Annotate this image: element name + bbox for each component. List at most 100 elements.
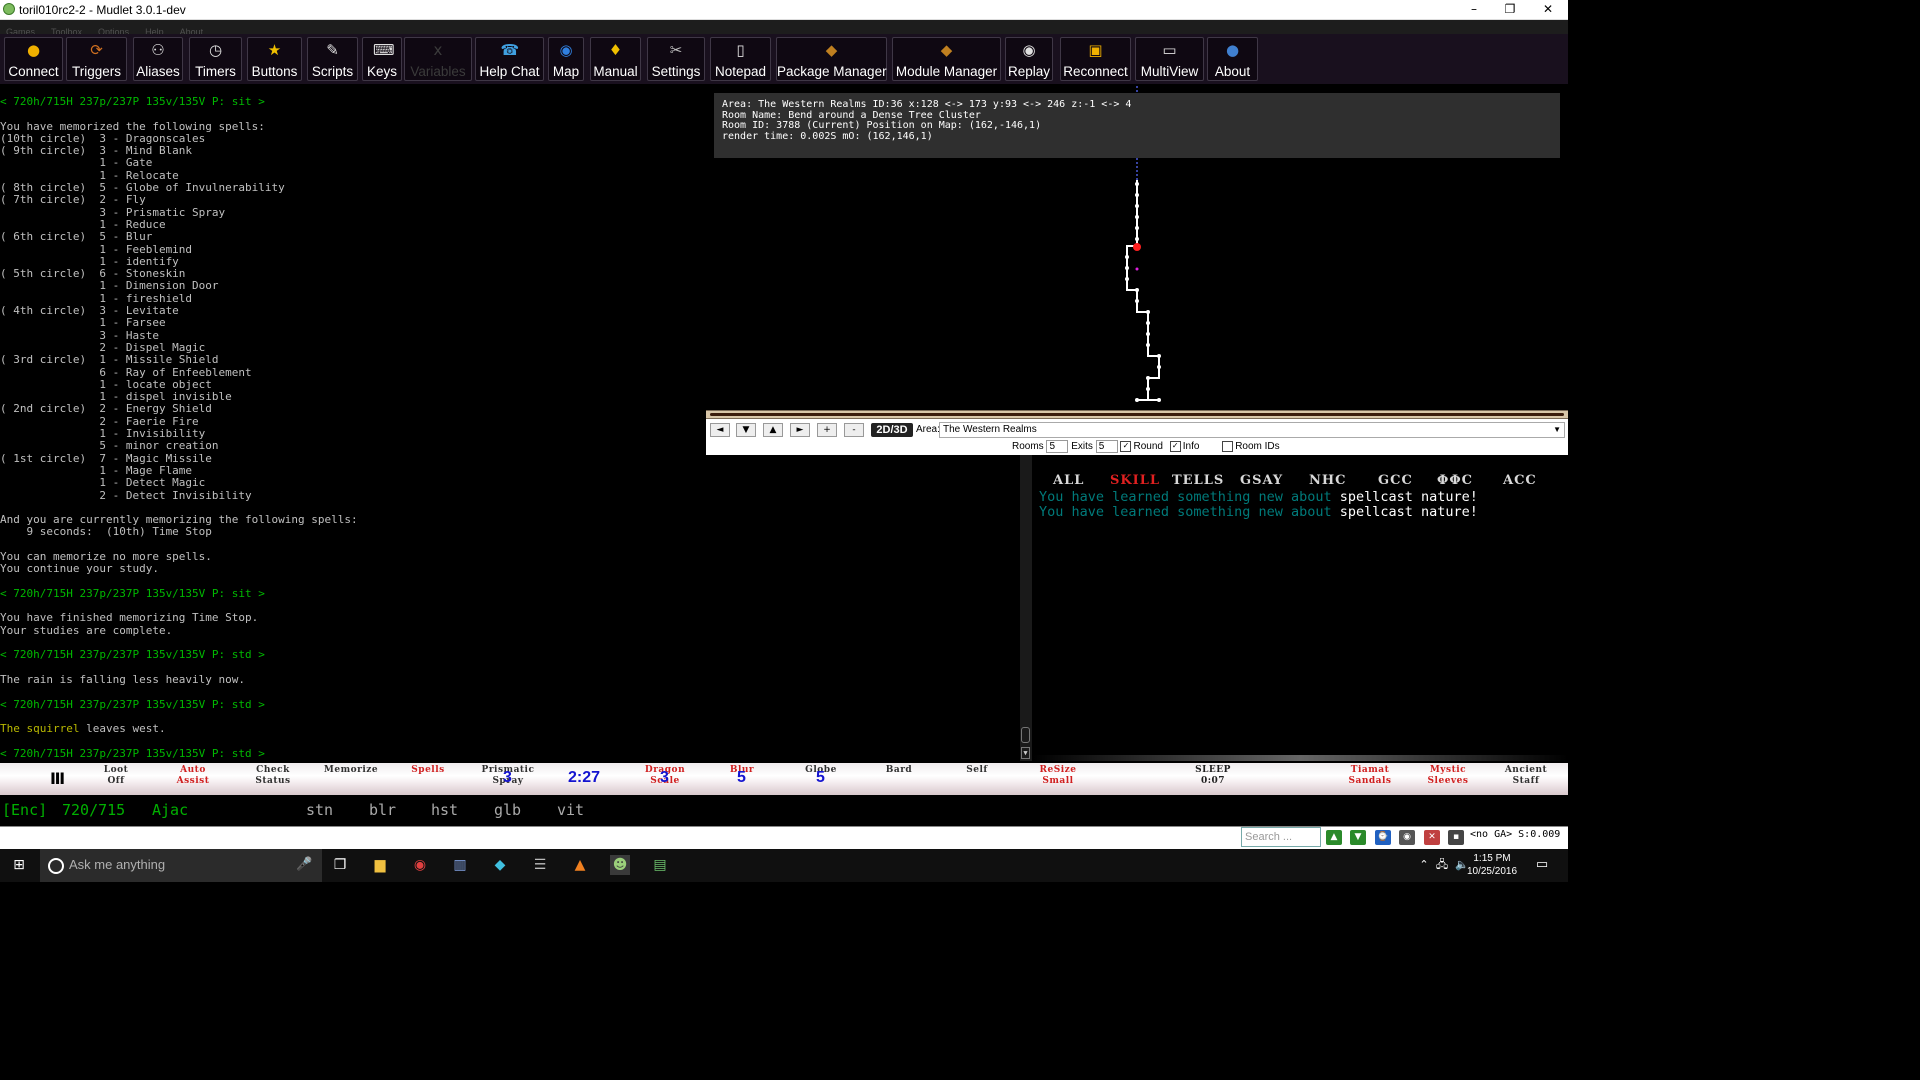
bar-counter: 2:27: [568, 769, 601, 786]
chat-scrollbar[interactable]: ▼: [1020, 455, 1032, 761]
map-shift-down-button[interactable]: ▼: [736, 423, 756, 437]
notepad-button[interactable]: ▯ Notepad: [710, 37, 771, 81]
scroll-down-icon[interactable]: ▼: [1021, 747, 1030, 759]
library-icon[interactable]: ▥: [450, 855, 470, 875]
scroll-thumb[interactable]: [1021, 727, 1030, 743]
connect-button[interactable]: ● Connect: [4, 37, 63, 81]
chat-tab-0[interactable]: ALL: [1053, 473, 1084, 488]
map-shift-up-button[interactable]: ▲: [763, 423, 783, 437]
keys-button[interactable]: ⌨ Keys: [362, 37, 402, 81]
chrome-icon[interactable]: ◉: [410, 855, 430, 875]
notepad-taskbar-icon[interactable]: ▤: [650, 855, 670, 875]
replay-button[interactable]: ◉ Replay: [1005, 37, 1053, 81]
round-checkbox[interactable]: ✓: [1120, 441, 1132, 452]
chat-tab-6[interactable]: ΦΦC: [1437, 473, 1473, 488]
task-view-icon[interactable]: ❐: [330, 855, 350, 875]
scroll-up-icon[interactable]: ▲: [1326, 830, 1342, 845]
reconnect-button[interactable]: ▣ Reconnect: [1060, 37, 1131, 81]
hp-status: 720/715: [62, 801, 126, 819]
bar-button-top: Spells: [411, 765, 445, 775]
area-select[interactable]: The Western Realms ▼: [939, 422, 1565, 438]
notifications-icon[interactable]: ▭: [1532, 855, 1552, 875]
aliases-button[interactable]: ⚇ Aliases: [133, 37, 183, 81]
multiview-icon: ▭: [1162, 41, 1177, 59]
map-zoom-out-button[interactable]: -: [844, 423, 864, 437]
vlc-icon[interactable]: ▲: [570, 855, 590, 875]
toggle-2d3d-button[interactable]: 2D/3D: [871, 423, 913, 437]
toolbar-label: Settings: [651, 64, 701, 79]
exits-spinbox[interactable]: 5: [1095, 440, 1118, 453]
bar-button-1[interactable]: Auto Assist: [153, 765, 233, 787]
chat-tab-5[interactable]: GCC: [1378, 473, 1413, 488]
chat-tab-2[interactable]: TELLS: [1172, 473, 1224, 488]
record-icon[interactable]: ◉: [1399, 830, 1415, 845]
chat-tab-7[interactable]: ACC: [1503, 473, 1537, 488]
map-splitter[interactable]: [706, 410, 1568, 419]
about-button[interactable]: ● About: [1207, 37, 1258, 81]
windows-start-icon[interactable]: ⊞: [9, 855, 29, 875]
kodi-icon[interactable]: ◆: [490, 855, 510, 875]
microphone-icon[interactable]: 🎤: [296, 857, 312, 872]
chat-tab-3[interactable]: GSAY: [1240, 473, 1283, 488]
info-checkbox[interactable]: ✓: [1169, 441, 1181, 452]
bar-button-14[interactable]: Tiamat Sandals: [1330, 765, 1410, 787]
network-icon[interactable]: 🖧: [1432, 855, 1452, 875]
search-input[interactable]: Search ...: [1241, 827, 1321, 847]
scripts-button[interactable]: ✎ Scripts: [307, 37, 358, 81]
triggers-button[interactable]: ⟳ Triggers: [66, 37, 127, 81]
menu-lines-icon[interactable]: Ⅲ: [50, 769, 65, 788]
database-icon[interactable]: ☰: [530, 855, 550, 875]
status-line: [Enc] 720/715 Ajac stn blr hst glb vit: [0, 795, 1568, 825]
output-line: ( 6th circle) 5 - Blur: [0, 230, 153, 244]
settings-button[interactable]: ✂ Settings: [647, 37, 705, 81]
timers-button[interactable]: ◷ Timers: [189, 37, 242, 81]
bar-button-13[interactable]: SLEEP 0:07: [1173, 765, 1253, 787]
chat-tab-4[interactable]: NHC: [1309, 473, 1347, 488]
minimize-button[interactable]: –: [1456, 0, 1492, 19]
log-icon[interactable]: ▪: [1448, 830, 1464, 845]
output-line: You continue your study.: [0, 562, 159, 576]
map-button[interactable]: ◉ Map: [548, 37, 584, 81]
bar-button-10[interactable]: Bard: [859, 765, 939, 776]
file-explorer-icon[interactable]: ▆: [370, 855, 390, 875]
module-manager-button[interactable]: ◆ Module Manager: [892, 37, 1001, 81]
scroll-down-icon[interactable]: ▼: [1350, 830, 1366, 845]
system-clock[interactable]: 1:15 PM 10/25/2016: [1463, 852, 1521, 878]
prompt-line: < 720h/715H 237p/237P 135v/135V P: std >: [0, 697, 265, 711]
room-ids-checkbox[interactable]: [1222, 441, 1234, 452]
rooms-spinbox[interactable]: 5: [1046, 440, 1069, 453]
bar-button-15[interactable]: Mystic Sleeves: [1408, 765, 1488, 787]
help-chat-button[interactable]: ☎ Help Chat: [475, 37, 544, 81]
bar-button-12[interactable]: ReSize Small: [1018, 765, 1098, 787]
map-shift-left-button[interactable]: ◄: [710, 423, 730, 437]
bar-button-4[interactable]: Spells: [388, 765, 468, 776]
emergency-stop-icon[interactable]: ✕: [1424, 830, 1440, 845]
map-shift-right-button[interactable]: ►: [790, 423, 810, 437]
bar-button-11[interactable]: Self: [937, 765, 1017, 776]
toolbar-label: Package Manager: [777, 64, 887, 79]
close-button[interactable]: ✕: [1530, 0, 1566, 19]
main-toolbar: ● Connect ⟳ Triggers ⚇ Aliases ◷ Timers ★ Buttons…: [0, 34, 1568, 84]
chevron-up-icon[interactable]: ⌃: [1414, 855, 1434, 875]
mudlet-taskbar-icon[interactable]: ☻: [610, 855, 630, 875]
timestamp-icon[interactable]: ⌚: [1375, 830, 1391, 845]
map-zoom-in-button[interactable]: +: [817, 423, 837, 437]
enc-status: [Enc]: [2, 801, 48, 819]
round-label: Round: [1133, 441, 1163, 453]
package-manager-button[interactable]: ◆ Package Manager: [776, 37, 887, 81]
restore-button[interactable]: ❐: [1492, 0, 1528, 19]
bar-button-2[interactable]: Check Status: [233, 765, 313, 787]
multiview-button[interactable]: ▭ MultiView: [1135, 37, 1204, 81]
output-line: 1 - Dimension Door: [0, 279, 219, 293]
manual-button[interactable]: ♦ Manual: [590, 37, 641, 81]
variables-button[interactable]: x Variables: [404, 37, 472, 81]
main-console-output[interactable]: < 720h/715H 237p/237P 135v/135V P: sit >…: [0, 95, 706, 764]
cortana-search[interactable]: Ask me anything 🎤: [40, 849, 322, 882]
chat-tab-1[interactable]: SKILL: [1110, 473, 1160, 488]
buttons-button[interactable]: ★ Buttons: [247, 37, 302, 81]
command-input[interactable]: [0, 827, 1240, 848]
bar-button-3[interactable]: Memorize: [311, 765, 391, 776]
bar-button-0[interactable]: Loot Off: [76, 765, 156, 787]
toolbar-label: Timers: [195, 64, 236, 79]
bar-button-16[interactable]: Ancient Staff: [1486, 765, 1566, 787]
